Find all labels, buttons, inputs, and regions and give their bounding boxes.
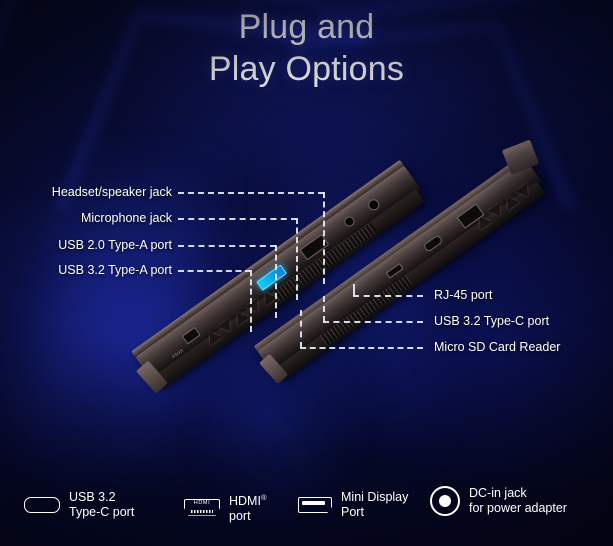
slide-canvas: Plug and Play Options ASUS Headset/speak… (0, 0, 613, 546)
legend-item-usb-c: USB 3.2 Type-C port (24, 490, 134, 520)
mini-displayport-icon-bar (302, 501, 325, 505)
leader-line-headset-drop (323, 192, 325, 284)
hdmi-icon: HDMI (184, 498, 220, 516)
callout-label-microphone-jack: Microphone jack (0, 211, 172, 226)
page-title-line2: Play Options (208, 50, 405, 88)
callout-label-rj-45-port: RJ-45 port (434, 288, 492, 303)
callout-text: USB 3.2 Type-A port (58, 263, 172, 277)
leader-line-headset (178, 192, 324, 194)
callout-text: Microphone jack (80, 211, 172, 225)
registered-trademark-symbol: ® (260, 493, 267, 502)
legend-label-line2: for power adapter (469, 501, 567, 515)
usb-c-icon (24, 497, 60, 513)
legend-label-line1: USB 3.2 (69, 490, 116, 504)
leader-line-rj45 (353, 295, 423, 297)
callout-label-headset-speaker-jack: Headset/speaker jack (0, 185, 172, 200)
leader-line-usbc-rise (323, 296, 325, 322)
dc-in-jack-icon-dot (439, 495, 451, 507)
mini-displayport-icon (298, 497, 332, 513)
leader-line-microsd-rise (300, 310, 302, 348)
legend-label-line1: HDMI® (229, 493, 267, 509)
page-title-line1: Plug and (238, 8, 375, 46)
hdmi-icon-text: HDMI (193, 499, 211, 506)
page-title: Plug and Play Options (0, 6, 613, 90)
legend-label-line1: Mini Display (341, 490, 409, 504)
legend-item-mini-displayport: Mini Display Port (298, 490, 408, 520)
legend-item-label: Mini Display Port (341, 490, 408, 520)
hdmi-icon-pins (191, 510, 213, 514)
legend-label-line2: Type-C port (69, 505, 135, 519)
legend-label-line1-text: HDMI (229, 494, 261, 509)
leader-line-usbc (323, 321, 423, 323)
legend-item-hdmi: HDMI HDMI® port (184, 490, 266, 524)
legend-item-dc-in-jack: DC-in jack for power adapter (430, 486, 567, 516)
leader-line-usb32a-drop (250, 270, 252, 332)
callout-text: USB 3.2 Type-C port (434, 314, 550, 328)
legend-label-line1: DC-in jack (469, 486, 527, 500)
callout-label-usb-2-0-type-a-port: USB 2.0 Type-A port (0, 238, 172, 253)
legend-label-line2: Port (341, 505, 364, 519)
leader-line-usb20 (178, 245, 276, 247)
callout-label-usb-3-2-type-c-port: USB 3.2 Type-C port (434, 314, 549, 329)
leader-line-microphone-drop (296, 218, 298, 300)
leader-line-usb32a (178, 270, 251, 272)
leader-line-microphone (178, 218, 297, 220)
callout-label-usb-3-2-type-a-port: USB 3.2 Type-A port (0, 263, 172, 278)
callout-text: RJ-45 port (434, 288, 493, 302)
leader-line-usb20-drop (275, 245, 277, 318)
legend-item-label: USB 3.2 Type-C port (69, 490, 134, 520)
legend-label-line2: port (229, 509, 251, 524)
dc-in-jack-icon (430, 486, 460, 516)
legend-item-label: HDMI® port (229, 490, 266, 524)
legend-item-label: DC-in jack for power adapter (469, 486, 567, 516)
callout-text: USB 2.0 Type-A port (58, 238, 172, 252)
mini-displayport-icon-outline (298, 497, 332, 513)
port-legend: USB 3.2 Type-C port HDMI HDMI® port Mini… (0, 478, 613, 538)
leader-line-microsd (300, 347, 423, 349)
callout-text: Micro SD Card Reader (434, 340, 561, 354)
callout-label-micro-sd-card-reader: Micro SD Card Reader (434, 340, 560, 355)
callout-text: Headset/speaker jack (51, 185, 172, 199)
